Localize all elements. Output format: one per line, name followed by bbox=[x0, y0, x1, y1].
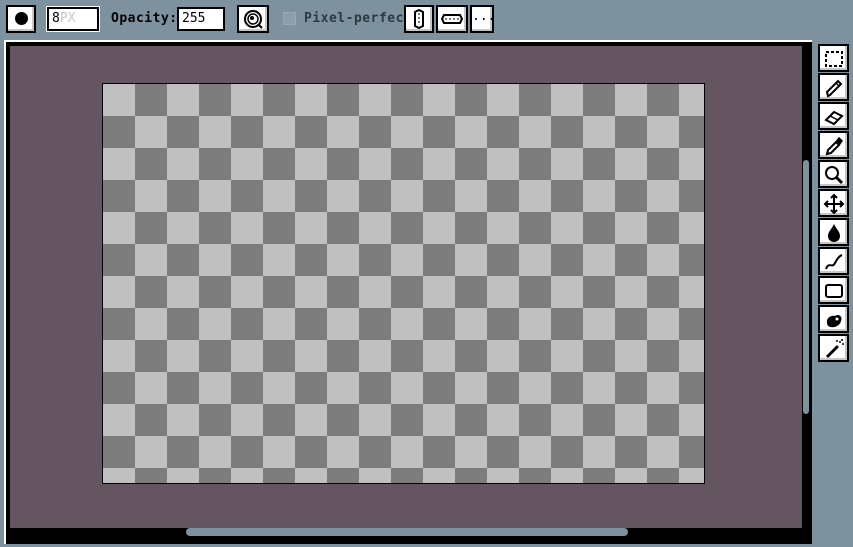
more-options-button[interactable]: ... bbox=[470, 5, 496, 33]
eyedropper-icon bbox=[825, 136, 843, 156]
opacity-field[interactable]: 255 bbox=[177, 7, 225, 31]
context-bar: 8PX Opacity: 255 Pixel-perfect ... bbox=[0, 0, 853, 38]
brush-size-unit: PX bbox=[59, 11, 76, 26]
vertical-symmetry-button[interactable] bbox=[404, 5, 434, 33]
dynamics-icon bbox=[244, 10, 263, 29]
editor-viewport[interactable] bbox=[4, 40, 812, 544]
opacity-value: 255 bbox=[182, 11, 206, 26]
pencil-icon bbox=[825, 79, 843, 98]
brush-size-value: 8 bbox=[52, 11, 60, 26]
curve-icon bbox=[825, 254, 843, 270]
horizontal-symmetry-button[interactable] bbox=[436, 5, 468, 33]
symmetry-horizontal-icon bbox=[440, 14, 464, 24]
move-tool[interactable] bbox=[818, 189, 849, 217]
rectangle-tool[interactable] bbox=[818, 276, 849, 304]
eraser-tool[interactable] bbox=[818, 102, 849, 130]
eraser-icon bbox=[824, 110, 844, 126]
blur-icon bbox=[825, 339, 844, 359]
contour-icon bbox=[826, 314, 842, 328]
bucket-icon bbox=[828, 224, 840, 242]
pixel-perfect-checkbox[interactable] bbox=[283, 12, 296, 25]
marquee-icon bbox=[825, 51, 843, 67]
magnifier-icon bbox=[825, 166, 844, 185]
vertical-scrollbar-thumb[interactable] bbox=[803, 160, 809, 414]
brush-type-button[interactable] bbox=[6, 5, 36, 33]
dynamics-button[interactable] bbox=[237, 5, 269, 33]
blur-tool[interactable] bbox=[818, 334, 849, 362]
brush-type-icon bbox=[15, 12, 28, 25]
opacity-label: Opacity: bbox=[111, 11, 178, 26]
pencil-tool[interactable] bbox=[818, 73, 849, 101]
more-options-label: ... bbox=[472, 9, 496, 24]
sprite-canvas[interactable] bbox=[102, 83, 705, 484]
curve-tool[interactable] bbox=[818, 247, 849, 275]
rectangular-marquee-tool[interactable] bbox=[818, 44, 849, 72]
horizontal-scrollbar-thumb[interactable] bbox=[186, 528, 628, 536]
move-icon bbox=[823, 193, 845, 215]
zoom-tool[interactable] bbox=[818, 160, 849, 188]
eyedropper-tool[interactable] bbox=[818, 131, 849, 159]
symmetry-vertical-icon bbox=[414, 8, 424, 30]
paint-bucket-tool[interactable] bbox=[818, 218, 849, 246]
rectangle-icon bbox=[825, 284, 843, 298]
brush-size-field[interactable]: 8PX bbox=[46, 6, 100, 32]
contour-tool[interactable] bbox=[818, 305, 849, 333]
pixel-perfect-label: Pixel-perfect bbox=[304, 11, 413, 26]
